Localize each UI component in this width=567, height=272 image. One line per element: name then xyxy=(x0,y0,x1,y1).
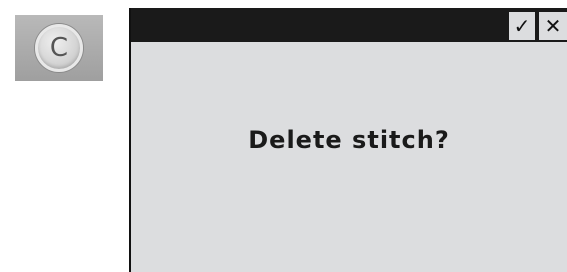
dialog-message: Delete stitch? xyxy=(248,126,450,154)
confirm-check-icon[interactable]: ✓ xyxy=(509,12,535,40)
clear-button[interactable]: C xyxy=(15,15,103,81)
dialog-titlebar: ✓ ✕ xyxy=(131,8,567,42)
delete-stitch-dialog: ✓ ✕ Delete stitch? xyxy=(129,8,567,272)
clear-button-label: C xyxy=(35,24,83,72)
close-icon[interactable]: ✕ xyxy=(539,12,567,40)
